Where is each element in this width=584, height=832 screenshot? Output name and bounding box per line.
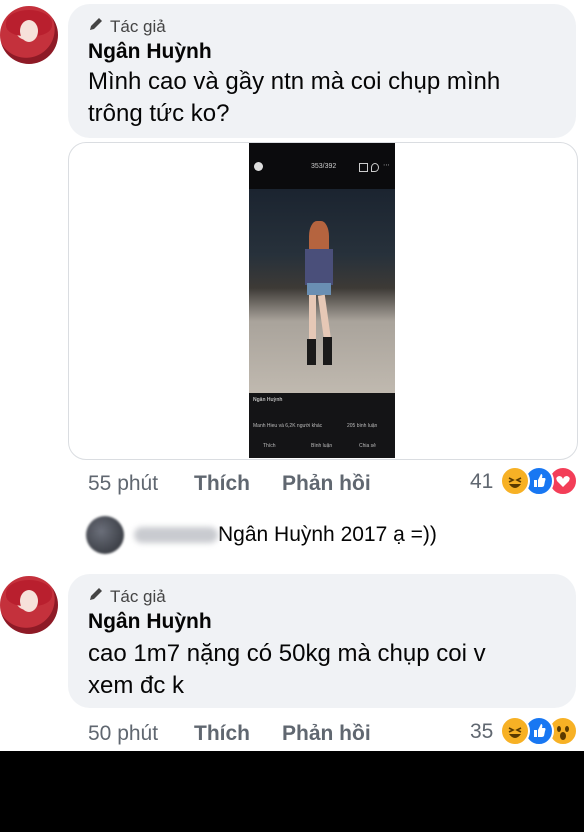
person-figure	[303, 221, 335, 371]
photo-counter: 353/392	[311, 163, 337, 170]
like-link[interactable]: Thích	[194, 722, 250, 746]
author-tag-label: Tác giả	[110, 586, 166, 606]
more-icon: ⋯	[383, 162, 390, 169]
location-icon	[371, 163, 379, 172]
reply-author-blurred	[134, 527, 218, 543]
author-tag-label: Tác giả	[110, 16, 166, 36]
reply-preview-text: Ngân Huỳnh 2017 ạ =))	[218, 523, 437, 546]
reaction-count[interactable]: 41	[470, 470, 493, 494]
photo-topbar: 353/392 ⋯	[249, 143, 395, 189]
haha-reaction-icon	[500, 466, 530, 496]
photo-action-like: Thích	[263, 443, 276, 449]
photo-reactions-text: Manh Hieu và 6,2K người khác	[253, 423, 323, 429]
author-avatar[interactable]	[0, 576, 58, 634]
tag-icon	[359, 163, 368, 172]
comment-time[interactable]: 50 phút	[88, 722, 158, 746]
author-name[interactable]: Ngân Huỳnh	[88, 40, 212, 64]
comment-time[interactable]: 55 phút	[88, 472, 158, 496]
photo-info-bar: Ngân Huỳnh Manh Hieu và 6,2K người khác …	[249, 393, 395, 458]
reply-avatar	[86, 516, 124, 554]
attached-photo[interactable]: 353/392 ⋯ Ngân Huỳnh Manh Hieu và 6,2K n…	[249, 143, 395, 458]
pencil-icon	[88, 586, 104, 607]
reaction-count[interactable]: 35	[470, 720, 493, 744]
photo-scene	[249, 189, 395, 409]
author-tag: Tác giả	[88, 16, 166, 37]
comment-text: cao 1m7 nặng có 50kg mà chụp coi v xem đ…	[88, 640, 486, 699]
reply-link[interactable]: Phản hồi	[282, 722, 371, 746]
author-tag: Tác giả	[88, 586, 166, 607]
avatar-face	[20, 20, 38, 42]
avatar-face	[20, 590, 38, 612]
reply-preview[interactable]: Ngân Huỳnh 2017 ạ =))	[86, 516, 437, 554]
haha-reaction-icon	[500, 716, 530, 746]
close-icon	[254, 162, 263, 171]
photo-action-share: Chia sẻ	[359, 443, 376, 449]
author-avatar[interactable]	[0, 6, 58, 64]
comment-text: Mình cao và gầy ntn mà coi chụp mình trô…	[88, 68, 501, 127]
black-footer-band	[0, 751, 584, 832]
pencil-icon	[88, 16, 104, 37]
photo-poster-name: Ngân Huỳnh	[253, 397, 283, 403]
photo-comments-text: 205 bình luận	[347, 423, 378, 429]
author-name[interactable]: Ngân Huỳnh	[88, 610, 212, 634]
reply-link[interactable]: Phản hồi	[282, 472, 371, 496]
photo-action-comment: Bình luận	[311, 443, 333, 449]
like-link[interactable]: Thích	[194, 472, 250, 496]
